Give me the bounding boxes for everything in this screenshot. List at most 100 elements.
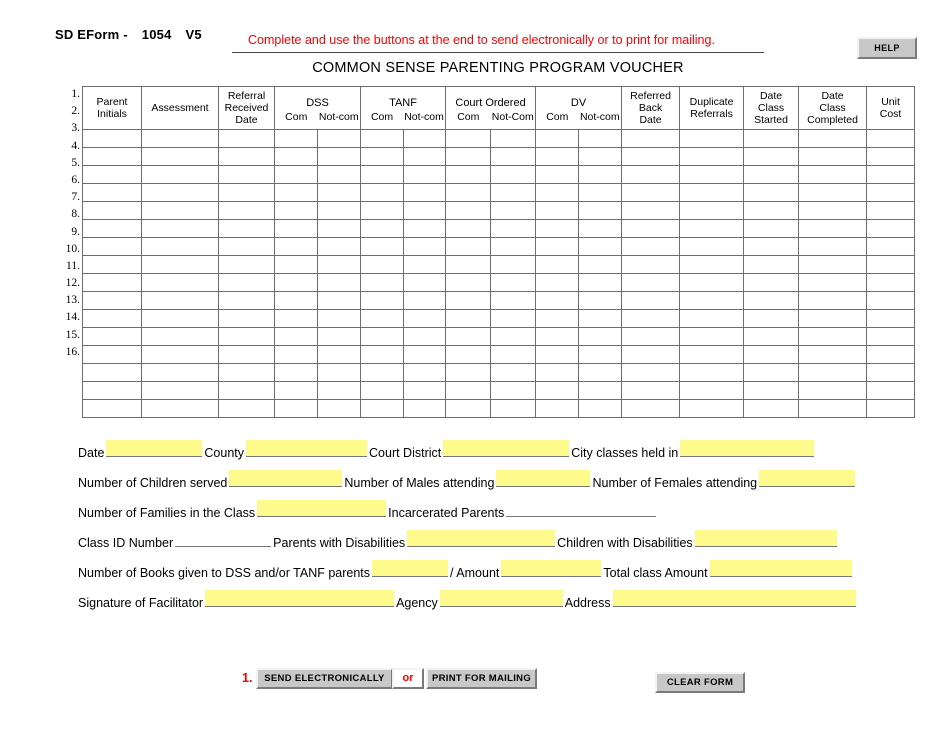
table-cell[interactable]	[679, 255, 745, 274]
table-cell[interactable]	[274, 183, 318, 202]
table-cell[interactable]	[621, 273, 681, 292]
table-cell[interactable]	[82, 255, 142, 274]
table-cell[interactable]	[798, 309, 868, 328]
table-cell[interactable]	[218, 237, 275, 256]
table-cell[interactable]	[402, 345, 447, 364]
table-cell[interactable]	[866, 183, 916, 202]
table-cell[interactable]	[274, 165, 318, 184]
table-cell[interactable]	[866, 255, 916, 274]
table-cell[interactable]	[679, 165, 745, 184]
table-cell[interactable]	[316, 147, 362, 166]
table-cell[interactable]	[402, 363, 447, 382]
table-cell[interactable]	[274, 219, 318, 238]
table-cell[interactable]	[402, 291, 447, 310]
send-electronically-button[interactable]: SEND ELECTRONICALLY	[256, 668, 393, 689]
table-cell[interactable]	[798, 345, 868, 364]
table-cell[interactable]	[578, 273, 623, 292]
table-cell[interactable]	[679, 291, 745, 310]
table-cell[interactable]	[578, 327, 623, 346]
field-input[interactable]	[257, 500, 387, 517]
table-cell[interactable]	[578, 345, 623, 364]
table-cell[interactable]	[218, 273, 275, 292]
table-cell[interactable]	[490, 201, 537, 220]
print-for-mailing-button[interactable]: PRINT FOR MAILING	[426, 668, 537, 689]
table-cell[interactable]	[402, 309, 447, 328]
table-cell[interactable]	[490, 381, 537, 400]
table-cell[interactable]	[798, 165, 868, 184]
table-cell[interactable]	[535, 219, 580, 238]
table-cell[interactable]	[402, 147, 447, 166]
table-cell[interactable]	[445, 237, 492, 256]
table-cell[interactable]	[274, 147, 318, 166]
table-cell[interactable]	[218, 255, 275, 274]
table-cell[interactable]	[743, 201, 800, 220]
table-cell[interactable]	[743, 183, 800, 202]
table-cell[interactable]	[535, 147, 580, 166]
table-cell[interactable]	[218, 129, 275, 148]
table-cell[interactable]	[141, 345, 219, 364]
table-cell[interactable]	[274, 399, 318, 418]
table-cell[interactable]	[798, 219, 868, 238]
table-cell[interactable]	[402, 255, 447, 274]
table-cell[interactable]	[535, 183, 580, 202]
table-cell[interactable]	[535, 345, 580, 364]
field-input[interactable]	[694, 530, 837, 547]
table-cell[interactable]	[445, 183, 492, 202]
table-cell[interactable]	[360, 345, 404, 364]
table-cell[interactable]	[679, 399, 745, 418]
table-cell[interactable]	[218, 291, 275, 310]
table-cell[interactable]	[402, 381, 447, 400]
table-cell[interactable]	[274, 237, 318, 256]
table-cell[interactable]	[621, 237, 681, 256]
table-cell[interactable]	[798, 399, 868, 418]
table-cell[interactable]	[402, 219, 447, 238]
table-cell[interactable]	[316, 309, 362, 328]
table-cell[interactable]	[274, 291, 318, 310]
table-cell[interactable]	[445, 363, 492, 382]
table-cell[interactable]	[141, 363, 219, 382]
table-cell[interactable]	[490, 273, 537, 292]
table-cell[interactable]	[679, 363, 745, 382]
table-cell[interactable]	[490, 327, 537, 346]
clear-form-button[interactable]: CLEAR FORM	[655, 672, 745, 693]
table-cell[interactable]	[679, 129, 745, 148]
table-cell[interactable]	[798, 201, 868, 220]
table-cell[interactable]	[535, 165, 580, 184]
table-cell[interactable]	[679, 345, 745, 364]
table-cell[interactable]	[490, 129, 537, 148]
table-cell[interactable]	[679, 327, 745, 346]
table-cell[interactable]	[316, 237, 362, 256]
table-cell[interactable]	[316, 201, 362, 220]
table-cell[interactable]	[274, 201, 318, 220]
table-cell[interactable]	[679, 219, 745, 238]
table-cell[interactable]	[141, 219, 219, 238]
table-cell[interactable]	[578, 363, 623, 382]
table-cell[interactable]	[445, 273, 492, 292]
table-cell[interactable]	[578, 147, 623, 166]
table-cell[interactable]	[360, 147, 404, 166]
table-cell[interactable]	[578, 399, 623, 418]
table-cell[interactable]	[274, 129, 318, 148]
field-input[interactable]	[443, 440, 570, 457]
table-cell[interactable]	[866, 291, 916, 310]
table-cell[interactable]	[866, 165, 916, 184]
table-cell[interactable]	[218, 381, 275, 400]
field-input[interactable]	[759, 470, 856, 487]
table-cell[interactable]	[866, 147, 916, 166]
table-cell[interactable]	[82, 129, 142, 148]
table-cell[interactable]	[360, 237, 404, 256]
table-cell[interactable]	[218, 183, 275, 202]
field-input[interactable]	[506, 500, 657, 517]
table-cell[interactable]	[621, 399, 681, 418]
table-cell[interactable]	[445, 345, 492, 364]
table-cell[interactable]	[798, 363, 868, 382]
table-cell[interactable]	[621, 219, 681, 238]
table-cell[interactable]	[402, 201, 447, 220]
field-input[interactable]	[372, 560, 449, 577]
table-cell[interactable]	[798, 381, 868, 400]
table-cell[interactable]	[82, 345, 142, 364]
table-cell[interactable]	[316, 291, 362, 310]
table-cell[interactable]	[621, 165, 681, 184]
table-cell[interactable]	[274, 309, 318, 328]
table-cell[interactable]	[218, 219, 275, 238]
